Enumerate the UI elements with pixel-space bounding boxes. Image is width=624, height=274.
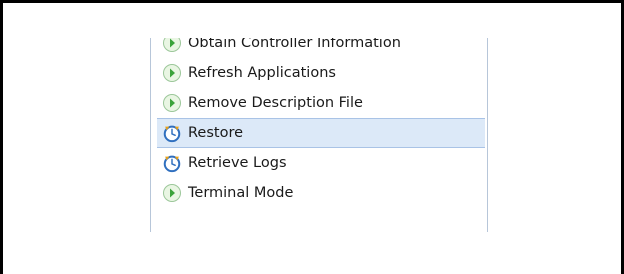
menu-item-refresh-applications[interactable]: Refresh Applications bbox=[151, 58, 487, 88]
green-arrow-icon bbox=[162, 38, 182, 53]
menu-item-label: Obtain Controller Information bbox=[188, 38, 401, 51]
commands-list-panel: Obtain Controller Information Refresh Ap… bbox=[150, 38, 488, 232]
menu-item-terminal-mode[interactable]: Terminal Mode bbox=[151, 178, 487, 208]
clock-refresh-icon bbox=[162, 123, 182, 143]
menu-item-label: Terminal Mode bbox=[188, 185, 294, 201]
green-arrow-icon bbox=[162, 63, 182, 83]
menu-item-obtain-controller-information[interactable]: Obtain Controller Information bbox=[151, 38, 487, 58]
menu-item-label: Restore bbox=[188, 125, 244, 141]
menu-item-label: Remove Description File bbox=[188, 95, 363, 111]
menu-item-retrieve-logs[interactable]: Retrieve Logs bbox=[151, 148, 487, 178]
menu-item-restore[interactable]: Restore bbox=[157, 118, 485, 148]
menu-item-label: Retrieve Logs bbox=[188, 155, 287, 171]
menu-item-remove-description-file[interactable]: Remove Description File bbox=[151, 88, 487, 118]
clock-refresh-icon bbox=[162, 153, 182, 173]
green-arrow-icon bbox=[162, 183, 182, 203]
commands-list: Obtain Controller Information Refresh Ap… bbox=[151, 38, 487, 208]
menu-item-label: Refresh Applications bbox=[188, 65, 336, 81]
green-arrow-icon bbox=[162, 93, 182, 113]
